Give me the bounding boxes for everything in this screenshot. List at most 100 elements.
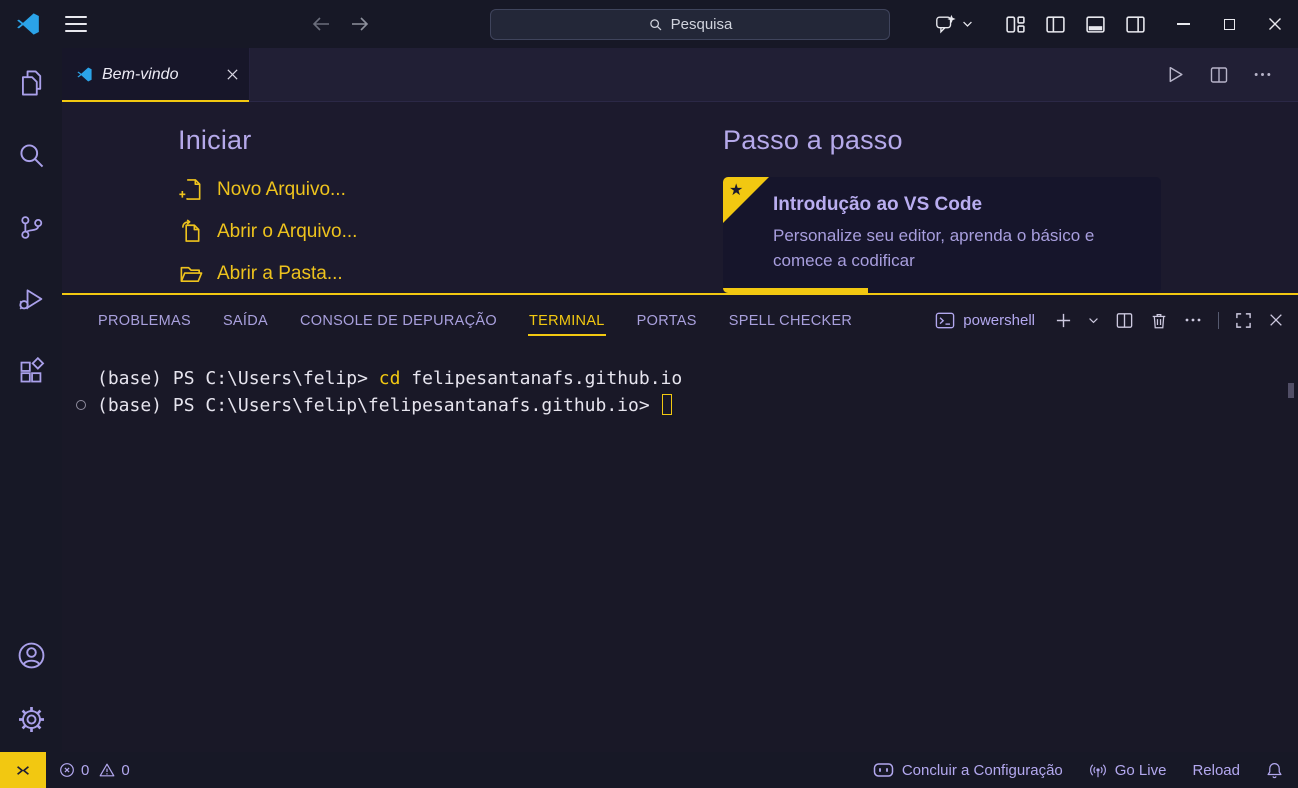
remote-indicator[interactable] bbox=[0, 752, 46, 788]
tab-console-depuracao[interactable]: CONSOLE DE DEPURAÇÃO bbox=[299, 304, 498, 336]
vscode-logo-icon bbox=[15, 11, 41, 37]
panel-header: PROBLEMAS SAÍDA CONSOLE DE DEPURAÇÃO TER… bbox=[62, 295, 1298, 345]
maximize-panel-icon[interactable] bbox=[1235, 312, 1252, 329]
tab-spell-checker[interactable]: SPELL CHECKER bbox=[728, 304, 853, 336]
error-count: 0 bbox=[81, 762, 89, 779]
warning-icon bbox=[99, 762, 115, 778]
tab-portas[interactable]: PORTAS bbox=[636, 304, 698, 336]
bell-icon bbox=[1266, 761, 1283, 779]
start-section-title: Iniciar bbox=[178, 125, 723, 156]
terminal-dropdown-chevron-icon[interactable] bbox=[1088, 316, 1099, 325]
remote-icon bbox=[15, 763, 31, 778]
terminal-viewport[interactable]: (base) PS C:\Users\felip> cd felipesanta… bbox=[62, 345, 1298, 752]
open-file-label: Abrir o Arquivo... bbox=[217, 221, 357, 243]
panel-actions: powershell bbox=[935, 311, 1284, 330]
panel-more-actions-icon[interactable] bbox=[1184, 311, 1202, 329]
go-live-button[interactable]: Go Live bbox=[1089, 761, 1167, 779]
minimize-icon bbox=[1177, 23, 1190, 25]
star-icon: ★ bbox=[729, 180, 743, 200]
command-decoration-icon[interactable] bbox=[76, 400, 86, 410]
editor-actions bbox=[1164, 48, 1298, 101]
split-terminal-icon[interactable] bbox=[1115, 311, 1134, 330]
terminal-line: (base) PS C:\Users\felip\felipesantanafs… bbox=[97, 392, 1298, 419]
statusbar-right: Concluir a Configuração Go Live Reload bbox=[873, 761, 1298, 779]
terminal-cursor bbox=[662, 394, 672, 415]
notifications-bell[interactable] bbox=[1266, 761, 1283, 779]
tab-close-icon[interactable] bbox=[226, 68, 239, 81]
customize-layout-icon[interactable] bbox=[1005, 14, 1026, 35]
walkthrough-progress-fill bbox=[723, 288, 868, 293]
new-file-link[interactable]: Novo Arquivo... bbox=[178, 177, 723, 202]
tab-saida[interactable]: SAÍDA bbox=[222, 304, 269, 336]
workbench: Bem-vindo bbox=[0, 48, 1298, 752]
open-file-icon bbox=[178, 219, 204, 244]
vscode-tab-icon bbox=[76, 66, 93, 83]
terminal-line: (base) PS C:\Users\felip> cd felipesanta… bbox=[97, 365, 1298, 392]
kill-terminal-trash-icon[interactable] bbox=[1150, 311, 1168, 330]
welcome-editor: Iniciar Novo Arquivo... bbox=[62, 102, 1298, 293]
open-folder-icon bbox=[178, 261, 204, 286]
tab-problemas[interactable]: PROBLEMAS bbox=[97, 304, 192, 336]
maximize-icon bbox=[1224, 19, 1235, 30]
minimize-button[interactable] bbox=[1160, 0, 1206, 48]
layout-controls bbox=[1005, 14, 1146, 35]
new-terminal-icon[interactable] bbox=[1055, 312, 1072, 329]
panel-actions-divider bbox=[1218, 312, 1219, 329]
go-live-label: Go Live bbox=[1115, 762, 1167, 779]
copilot-menu[interactable] bbox=[934, 13, 973, 35]
close-icon bbox=[1268, 17, 1282, 31]
settings-gear-icon[interactable] bbox=[14, 702, 48, 736]
run-debug-icon[interactable] bbox=[14, 282, 48, 316]
go-back-icon[interactable] bbox=[310, 14, 332, 34]
bottom-panel: PROBLEMAS SAÍDA CONSOLE DE DEPURAÇÃO TER… bbox=[62, 295, 1298, 752]
command-center-search[interactable]: Pesquisa bbox=[490, 9, 890, 40]
tab-label: Bem-vindo bbox=[102, 66, 178, 84]
terminal-scrollbar-thumb[interactable] bbox=[1288, 383, 1294, 398]
active-terminal-item[interactable]: powershell bbox=[935, 311, 1035, 330]
open-folder-label: Abrir a Pasta... bbox=[217, 263, 343, 285]
activity-bar bbox=[0, 48, 62, 752]
panel-tabs: PROBLEMAS SAÍDA CONSOLE DE DEPURAÇÃO TER… bbox=[97, 304, 853, 336]
toggle-primary-sidebar-icon[interactable] bbox=[1045, 14, 1066, 35]
toggle-panel-icon[interactable] bbox=[1085, 14, 1106, 35]
search-placeholder: Pesquisa bbox=[671, 16, 733, 33]
tab-bem-vindo[interactable]: Bem-vindo bbox=[62, 48, 250, 101]
tab-terminal[interactable]: TERMINAL bbox=[528, 304, 606, 336]
open-folder-link[interactable]: Abrir a Pasta... bbox=[178, 261, 723, 286]
new-file-icon bbox=[178, 177, 204, 202]
titlebar-right-controls bbox=[934, 0, 1298, 48]
finish-setup-label: Concluir a Configuração bbox=[902, 762, 1063, 779]
source-control-icon[interactable] bbox=[14, 210, 48, 244]
copilot-chat-icon bbox=[934, 13, 957, 35]
reload-label: Reload bbox=[1192, 762, 1240, 779]
maximize-button[interactable] bbox=[1206, 0, 1252, 48]
go-forward-icon[interactable] bbox=[349, 14, 371, 34]
close-window-button[interactable] bbox=[1252, 0, 1298, 48]
split-editor-icon[interactable] bbox=[1209, 65, 1229, 85]
accounts-icon[interactable] bbox=[14, 638, 48, 672]
shell-label: powershell bbox=[963, 312, 1035, 329]
copilot-finish-setup[interactable]: Concluir a Configuração bbox=[873, 762, 1063, 779]
explorer-icon[interactable] bbox=[14, 66, 48, 100]
editor-panel-column: Bem-vindo bbox=[62, 48, 1298, 752]
search-sidebar-icon[interactable] bbox=[14, 138, 48, 172]
more-actions-icon[interactable] bbox=[1253, 65, 1272, 84]
reload-button[interactable]: Reload bbox=[1192, 762, 1240, 779]
vscode-window: Pesquisa bbox=[0, 0, 1298, 788]
chevron-down-icon bbox=[962, 20, 973, 28]
walkthrough-card-title: Introdução ao VS Code bbox=[773, 194, 1137, 216]
broadcast-icon bbox=[1089, 761, 1107, 779]
problems-status[interactable]: 0 0 bbox=[59, 762, 134, 779]
copilot-status-icon bbox=[873, 762, 894, 778]
close-panel-icon[interactable] bbox=[1268, 312, 1284, 328]
menu-hamburger-icon[interactable] bbox=[65, 16, 87, 32]
walkthrough-card-description: Personalize seu editor, aprenda o básico… bbox=[773, 223, 1118, 273]
walkthrough-section-title: Passo a passo bbox=[723, 125, 1193, 156]
run-file-icon[interactable] bbox=[1164, 64, 1185, 85]
walkthrough-card[interactable]: ★ Introdução ao VS Code Personalize seu … bbox=[723, 177, 1161, 293]
powershell-terminal-icon bbox=[935, 311, 955, 330]
extensions-icon[interactable] bbox=[14, 354, 48, 388]
error-icon bbox=[59, 762, 75, 778]
toggle-secondary-sidebar-icon[interactable] bbox=[1125, 14, 1146, 35]
open-file-link[interactable]: Abrir o Arquivo... bbox=[178, 219, 723, 244]
